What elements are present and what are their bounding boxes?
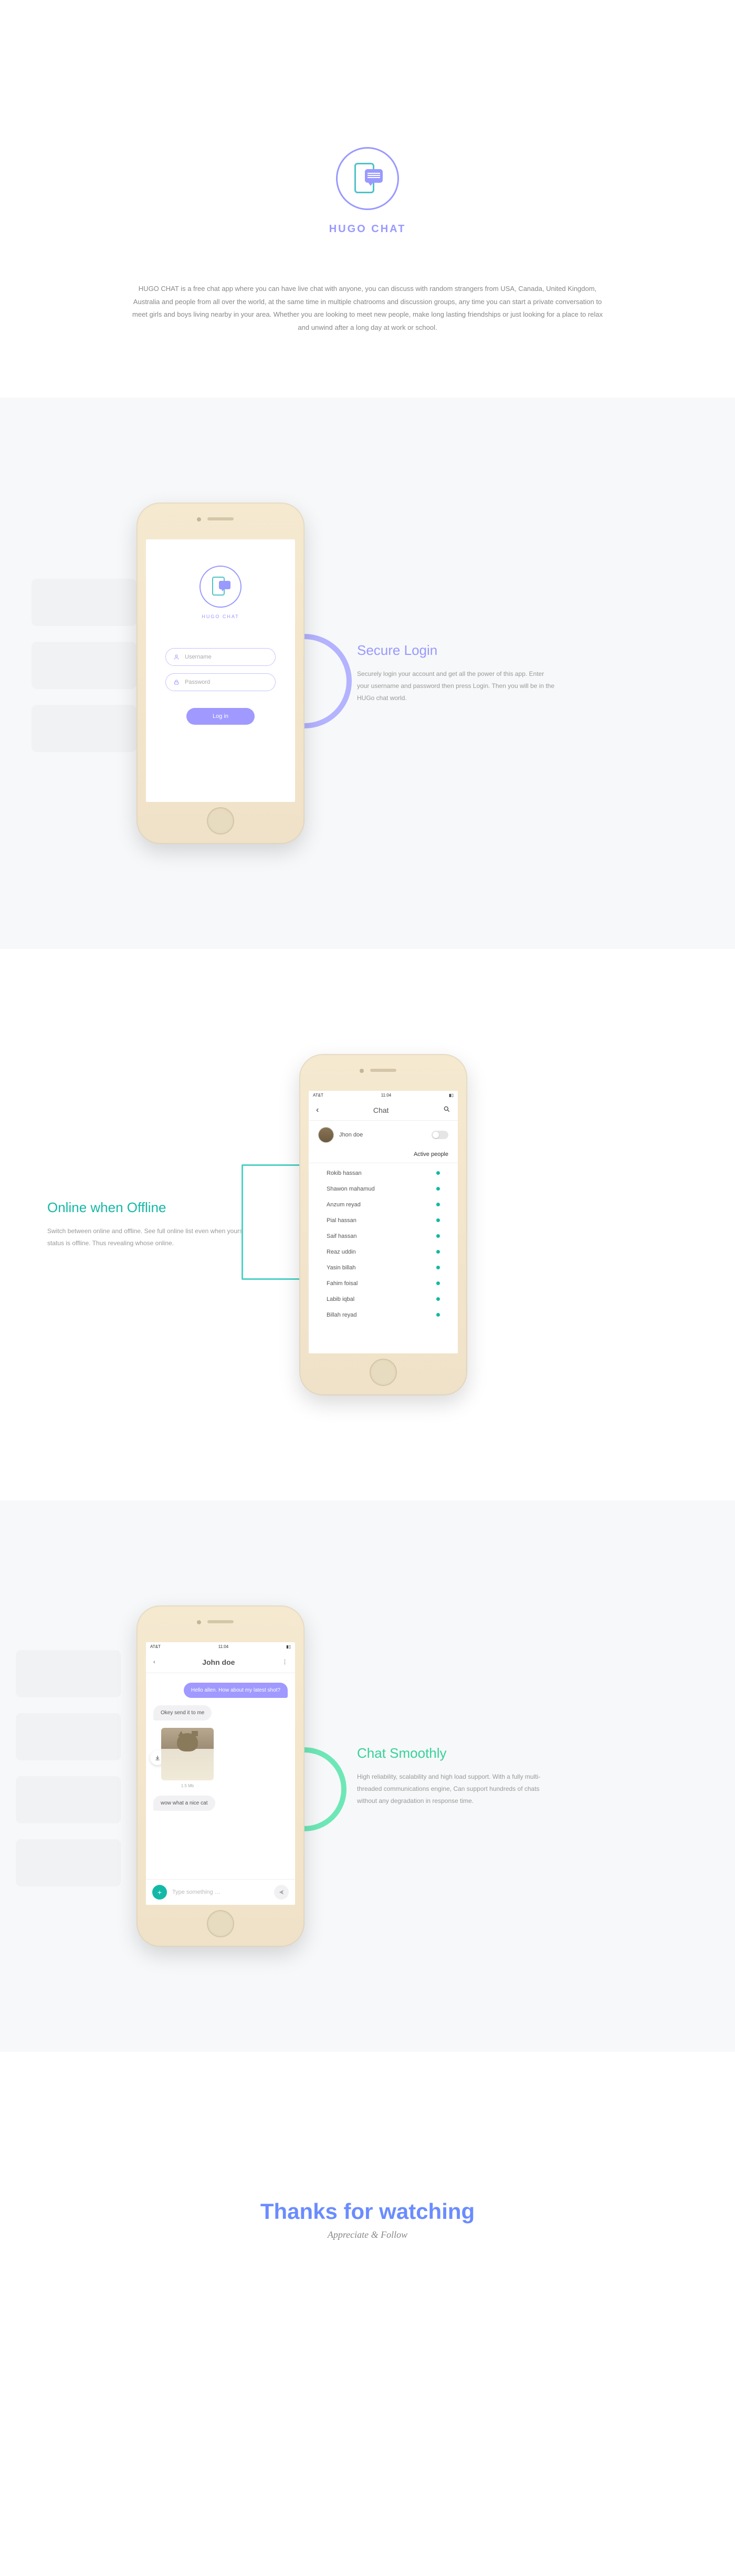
person-name: Saif hassan <box>327 1233 356 1239</box>
ghost-mockups <box>16 1650 121 1902</box>
person-row[interactable]: Reaz uddin <box>321 1244 445 1260</box>
person-row[interactable]: Pial hassan <box>321 1213 445 1228</box>
online-dot-icon <box>436 1187 440 1191</box>
send-button[interactable] <box>274 1885 289 1900</box>
back-icon[interactable]: ‹ <box>153 1659 155 1665</box>
app-logo-circle <box>336 147 399 210</box>
section-text: Secure Login Securely login your account… <box>357 642 556 704</box>
section-text: Chat Smoothly High reliability, scalabil… <box>357 1745 556 1807</box>
carrier: AT&T <box>150 1644 161 1649</box>
section-desc: High reliability, scalability and high l… <box>357 1771 556 1807</box>
person-name: Fahim foisal <box>327 1280 358 1287</box>
footer-subtitle: Appreciate & Follow <box>0 2229 735 2240</box>
online-dot-icon <box>436 1171 440 1175</box>
section-chat-smoothly: AT&T 11:04 ▮▯ ‹ John doe ⋮ Hello allen. … <box>0 1500 735 2052</box>
person-name: Shawon mahamud <box>327 1186 375 1192</box>
carrier: AT&T <box>313 1093 323 1098</box>
phone-mockup: AT&T 11:04 ▮▯ ‹ John doe ⋮ Hello allen. … <box>136 1605 304 1947</box>
online-dot-icon <box>436 1281 440 1285</box>
person-name: Billah reyad <box>327 1312 356 1318</box>
message-received: Okey send it to me <box>153 1705 212 1720</box>
person-row[interactable]: Anzum reyad <box>321 1197 445 1213</box>
section-desc: Switch between online and offline. See f… <box>47 1225 247 1249</box>
online-dot-icon <box>436 1250 440 1254</box>
battery-icon: ▮▯ <box>449 1093 454 1098</box>
image-message: 1.5 Mb <box>153 1728 222 1788</box>
active-people-list: Rokib hassan Shawon mahamud Anzum reyad Pia… <box>309 1163 458 1325</box>
status-time: 11:04 <box>218 1644 228 1649</box>
message-input[interactable]: Type something … <box>172 1889 269 1895</box>
battery-icon: ▮▯ <box>286 1644 291 1649</box>
username: Jhon doe <box>339 1132 363 1138</box>
person-name: Yasin billah <box>327 1265 355 1271</box>
login-button[interactable]: Log in <box>186 708 255 725</box>
more-icon[interactable]: ⋮ <box>282 1659 288 1665</box>
attach-button[interactable]: + <box>152 1885 167 1900</box>
person-row[interactable]: Fahim foisal <box>321 1276 445 1291</box>
online-dot-icon <box>436 1297 440 1301</box>
person-row[interactable]: Saif hassan <box>321 1228 445 1244</box>
person-name: Rokib hassan <box>327 1170 362 1176</box>
section-title: Online when Offline <box>47 1200 247 1216</box>
phone-mockup: AT&T 11:04 ▮▯ ‹ Chat Jhon doe <box>299 1054 467 1395</box>
conversation-title: John doe <box>202 1658 235 1666</box>
login-logo <box>200 566 242 608</box>
login-brand: HUGO CHAT <box>202 614 239 619</box>
online-dot-icon <box>436 1234 440 1238</box>
hero-section: HUGO CHAT HUGO CHAT is a free chat app w… <box>0 0 735 398</box>
active-people-label: Active people <box>309 1149 458 1163</box>
person-row[interactable]: Billah reyad <box>321 1307 445 1323</box>
person-row[interactable]: Yasin billah <box>321 1260 445 1276</box>
section-title: Chat Smoothly <box>357 1745 556 1761</box>
person-name: Labib iqbal <box>327 1296 354 1302</box>
online-toggle[interactable] <box>432 1131 448 1139</box>
avatar <box>318 1127 334 1143</box>
section-online-offline: AT&T 11:04 ▮▯ ‹ Chat Jhon doe <box>0 949 735 1500</box>
lock-icon <box>173 679 180 685</box>
section-text: Online when Offline Switch between onlin… <box>47 1200 247 1249</box>
section-title: Secure Login <box>357 642 556 659</box>
chat-bubble-icon <box>365 169 383 183</box>
person-row[interactable]: Rokib hassan <box>321 1165 445 1181</box>
status-time: 11:04 <box>381 1093 391 1098</box>
online-dot-icon <box>436 1313 440 1317</box>
status-bar: AT&T 11:04 ▮▯ <box>146 1642 295 1652</box>
person-name: Pial hassan <box>327 1217 356 1224</box>
password-placeholder: Password <box>185 679 210 685</box>
cat-image <box>161 1728 214 1780</box>
footer-title: Thanks for watching <box>0 2199 735 2224</box>
app-title: HUGO CHAT <box>0 223 735 235</box>
username-input[interactable]: Username <box>165 648 276 666</box>
password-input[interactable]: Password <box>165 673 276 691</box>
user-icon <box>173 654 180 660</box>
person-row[interactable]: Shawon mahamud <box>321 1181 445 1197</box>
back-icon[interactable]: ‹ <box>316 1106 319 1115</box>
status-bar: AT&T 11:04 ▮▯ <box>309 1091 458 1100</box>
current-user-row: Jhon doe <box>309 1121 458 1149</box>
person-name: Reaz uddin <box>327 1249 356 1255</box>
footer: Thanks for watching Appreciate & Follow <box>0 2052 735 2366</box>
person-name: Anzum reyad <box>327 1202 361 1208</box>
phone-mockup: HUGO CHAT Username Password Log in <box>136 503 304 844</box>
screen-title: Chat <box>373 1106 389 1114</box>
message-received: wow what a nice cat <box>153 1796 215 1811</box>
online-dot-icon <box>436 1266 440 1269</box>
message-sent: Hello allen. How about my latest shot? <box>184 1683 288 1698</box>
search-icon[interactable] <box>443 1106 450 1114</box>
section-secure-login: HUGO CHAT Username Password Log in <box>0 398 735 949</box>
online-dot-icon <box>436 1203 440 1206</box>
person-row[interactable]: Labib iqbal <box>321 1291 445 1307</box>
ghost-mockups <box>32 579 136 768</box>
section-desc: Securely login your account and get all … <box>357 668 556 704</box>
app-description: HUGO CHAT is a free chat app where you c… <box>131 283 604 335</box>
username-placeholder: Username <box>185 654 212 660</box>
online-dot-icon <box>436 1218 440 1222</box>
image-size: 1.5 Mb <box>153 1784 222 1788</box>
